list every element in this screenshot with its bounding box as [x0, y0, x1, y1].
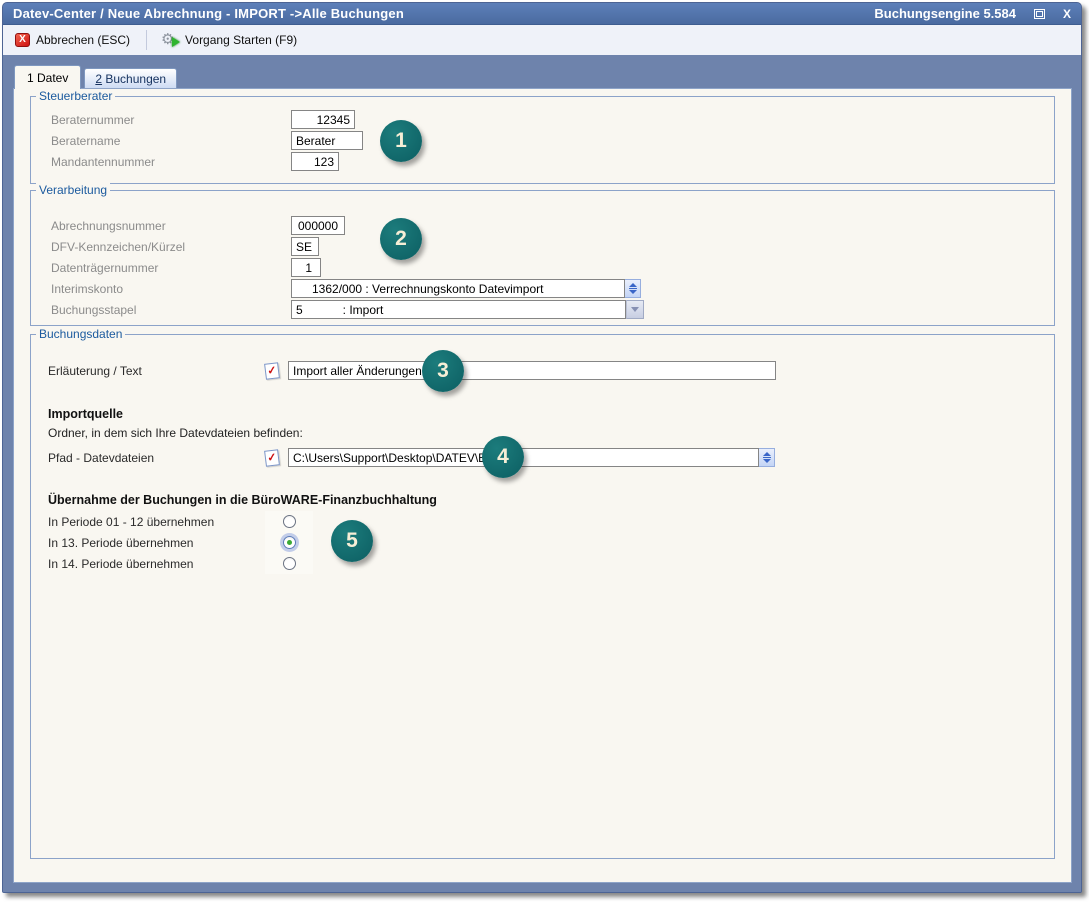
- datentraegernummer-label: Datenträgernummer: [51, 261, 291, 275]
- step-badge-4: 4: [482, 436, 524, 478]
- spinner-bar: [763, 457, 771, 458]
- step-badge-2: 2: [380, 218, 422, 260]
- radio-periode-14-label: In 14. Periode übernehmen: [48, 557, 265, 571]
- radio-periode-01-12[interactable]: [283, 515, 296, 528]
- step-badge-3: 3: [422, 350, 464, 392]
- datentraegernummer-input[interactable]: [291, 258, 321, 277]
- toolbar: X Abbrechen (ESC) ⚙ Vorgang Starten (F9): [3, 25, 1081, 55]
- titlebar: Datev-Center / Neue Abrechnung - IMPORT …: [3, 3, 1081, 25]
- dfv-kennzeichen-input[interactable]: [291, 237, 319, 256]
- erlaeuterung-input[interactable]: [288, 361, 776, 380]
- radio-dot: [287, 540, 292, 545]
- fieldset-buchungsdaten-legend: Buchungsdaten: [36, 327, 125, 341]
- pfad-label: Pfad - Datevdateien: [48, 451, 265, 465]
- main-area: 1 Datev 2 Buchungen Steuerberater Berate…: [3, 55, 1081, 892]
- play-arrow-icon: [172, 37, 180, 47]
- uebernahme-heading: Übernahme der Buchungen in die BüroWARE-…: [48, 493, 1054, 508]
- cancel-x-icon: X: [15, 33, 30, 47]
- fieldset-verarbeitung: Verarbeitung Abrechnungsnummer DFV-Kennz…: [30, 190, 1055, 326]
- tab-buchungen[interactable]: 2 Buchungen: [84, 68, 177, 88]
- tab-content-panel: Steuerberater Beraternummer Beratername …: [13, 88, 1072, 883]
- erlaeuterung-checked-note-icon[interactable]: ✓: [264, 362, 280, 380]
- interimskonto-spinner-button[interactable]: [625, 279, 641, 298]
- application-window: Datev-Center / Neue Abrechnung - IMPORT …: [2, 2, 1082, 893]
- spinner-down-icon: [763, 459, 771, 463]
- window-title: Datev-Center / Neue Abrechnung - IMPORT …: [13, 6, 404, 21]
- beratername-input[interactable]: [291, 131, 363, 150]
- spinner-up-icon: [763, 452, 771, 456]
- radio-periode-14[interactable]: [283, 557, 296, 570]
- beratername-label: Beratername: [51, 134, 291, 148]
- fieldset-steuerberater-legend: Steuerberater: [36, 89, 115, 103]
- tab-bar: 1 Datev 2 Buchungen: [14, 62, 1072, 88]
- importquelle-heading: Importquelle: [48, 407, 1054, 422]
- restore-icon: [1034, 9, 1045, 19]
- radio-periode-01-12-label: In Periode 01 - 12 übernehmen: [48, 515, 265, 529]
- start-button-label: Vorgang Starten (F9): [185, 33, 297, 47]
- pfad-spinner-button[interactable]: [759, 448, 775, 467]
- fieldset-steuerberater: Steuerberater Beraternummer Beratername …: [30, 96, 1055, 184]
- spinner-bar: [629, 288, 637, 289]
- pfad-checked-note-icon[interactable]: ✓: [264, 449, 280, 467]
- interimskonto-label: Interimskonto: [51, 282, 291, 296]
- close-button[interactable]: X: [1063, 8, 1071, 20]
- spinner-up-icon: [629, 283, 637, 287]
- beraternummer-label: Beraternummer: [51, 113, 291, 127]
- ordner-hint-text: Ordner, in dem sich Ihre Datevdateien be…: [48, 426, 1054, 440]
- chevron-down-icon: [631, 307, 639, 312]
- tab-datev[interactable]: 1 Datev: [14, 65, 81, 89]
- buchungsstapel-dropdown-button[interactable]: [626, 300, 644, 319]
- interimskonto-input[interactable]: [291, 279, 625, 298]
- radio-periode-13[interactable]: [283, 536, 296, 549]
- cancel-button[interactable]: X Abbrechen (ESC): [9, 30, 138, 50]
- buchungsstapel-label: Buchungsstapel: [51, 303, 291, 317]
- buchungsstapel-input[interactable]: [291, 300, 626, 319]
- abrechnungsnummer-label: Abrechnungsnummer: [51, 219, 291, 233]
- step-badge-5: 5: [331, 520, 373, 562]
- start-process-button[interactable]: ⚙ Vorgang Starten (F9): [155, 29, 305, 51]
- cancel-button-label: Abbrechen (ESC): [36, 33, 130, 47]
- mandantennummer-input[interactable]: [291, 152, 339, 171]
- dfv-kennzeichen-label: DFV-Kennzeichen/Kürzel: [51, 240, 291, 254]
- tab-buchungen-rest: Buchungen: [102, 72, 166, 86]
- fieldset-buchungsdaten: Buchungsdaten Erläuterung / Text ✓ Impor…: [30, 334, 1055, 859]
- erlaeuterung-label: Erläuterung / Text: [48, 364, 265, 378]
- abrechnungsnummer-input[interactable]: [291, 216, 345, 235]
- beraternummer-input[interactable]: [291, 110, 355, 129]
- engine-version-label: Buchungsengine 5.584: [874, 6, 1016, 21]
- spinner-down-icon: [629, 290, 637, 294]
- restore-button[interactable]: [1034, 9, 1045, 19]
- radio-periode-13-label: In 13. Periode übernehmen: [48, 536, 265, 550]
- toolbar-separator: [146, 30, 147, 50]
- mandantennummer-label: Mandantennummer: [51, 155, 291, 169]
- step-badge-1: 1: [380, 120, 422, 162]
- fieldset-verarbeitung-legend: Verarbeitung: [36, 183, 110, 197]
